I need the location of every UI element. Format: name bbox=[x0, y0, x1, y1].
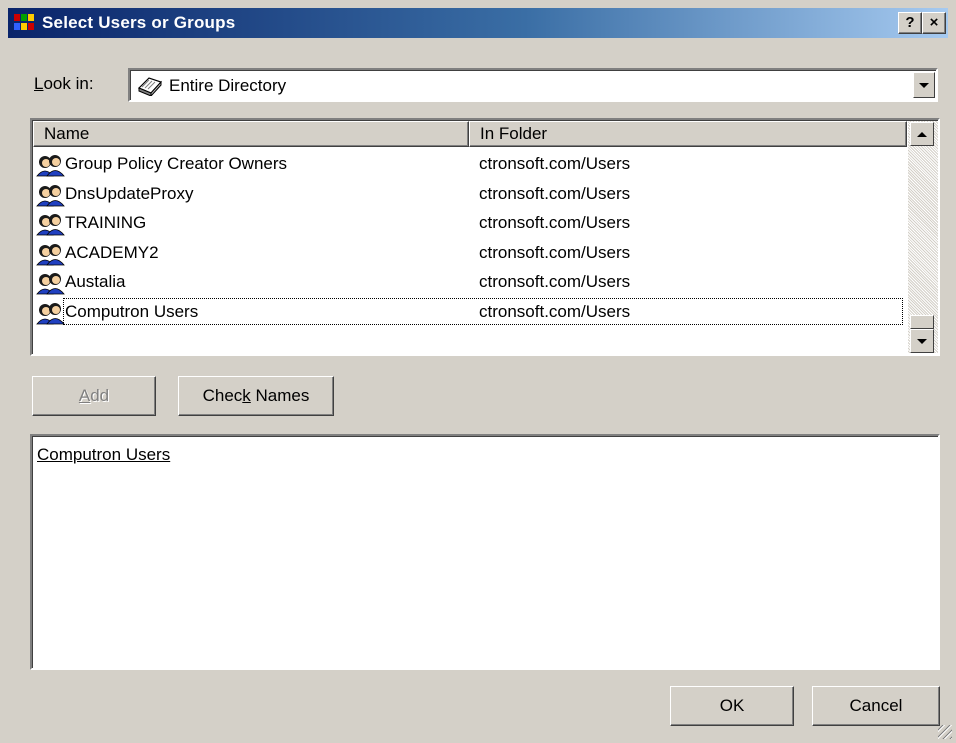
vertical-scrollbar[interactable] bbox=[908, 121, 938, 353]
row-folder: ctronsoft.com/Users bbox=[479, 213, 631, 232]
add-button[interactable]: Add bbox=[32, 376, 156, 416]
group-icon bbox=[35, 242, 65, 266]
row-name: TRAINING bbox=[65, 213, 147, 232]
row-folder: ctronsoft.com/Users bbox=[479, 183, 631, 203]
row-folder: ctronsoft.com/Users bbox=[479, 272, 631, 291]
arrow-down-icon bbox=[917, 338, 927, 344]
ok-button[interactable]: OK bbox=[670, 686, 794, 726]
look-in-label: Look in: bbox=[34, 74, 94, 93]
row-name: Group Policy Creator Owners bbox=[65, 154, 288, 173]
table-row[interactable]: Group Policy Creator Owners ctronsoft.com… bbox=[33, 149, 907, 179]
row-name: ACADEMY2 bbox=[65, 242, 159, 262]
group-icon bbox=[35, 183, 65, 207]
scroll-thumb[interactable] bbox=[910, 315, 934, 329]
look-in-dropdown-button[interactable] bbox=[913, 72, 935, 98]
table-row[interactable]: Computron Users ctronsoft.com/Users bbox=[33, 297, 907, 327]
table-row[interactable]: ACADEMY2 ctronsoft.com/Users bbox=[33, 238, 907, 268]
group-icon bbox=[35, 301, 65, 325]
group-icon bbox=[35, 153, 65, 177]
selected-names-box[interactable]: Computron Users bbox=[30, 434, 940, 670]
select-users-dialog: Select Users or Groups ? × Look in: Enti… bbox=[0, 0, 956, 743]
row-folder: ctronsoft.com/Users bbox=[479, 301, 631, 321]
list-header: Name In Folder bbox=[33, 121, 907, 147]
group-icon bbox=[35, 271, 65, 295]
scroll-up-button[interactable] bbox=[910, 122, 934, 146]
network-app-icon bbox=[14, 14, 36, 32]
resize-grip-icon[interactable] bbox=[938, 725, 952, 739]
list-rows: Group Policy Creator Owners ctronsoft.com… bbox=[33, 149, 907, 326]
column-header-name[interactable]: Name bbox=[33, 121, 469, 147]
row-folder: ctronsoft.com/Users bbox=[479, 242, 631, 262]
check-names-button[interactable]: Check Names bbox=[178, 376, 334, 416]
row-name: Computron Users bbox=[65, 301, 199, 321]
group-icon bbox=[35, 212, 65, 236]
look-in-combobox[interactable]: Entire Directory bbox=[128, 68, 938, 102]
results-list[interactable]: Name In Folder Group Policy Creator Owne… bbox=[30, 118, 940, 356]
look-in-value: Entire Directory bbox=[169, 76, 287, 95]
close-button[interactable]: × bbox=[922, 12, 946, 34]
row-name: DnsUpdateProxy bbox=[65, 183, 194, 203]
title-bar[interactable]: Select Users or Groups ? × bbox=[8, 8, 948, 38]
directory-book-icon bbox=[137, 77, 163, 96]
selected-name-link[interactable]: Computron Users bbox=[37, 445, 170, 465]
cancel-button[interactable]: Cancel bbox=[812, 686, 940, 726]
scroll-down-button[interactable] bbox=[910, 329, 934, 353]
arrow-up-icon bbox=[917, 131, 927, 137]
chevron-down-icon bbox=[919, 82, 929, 88]
help-button[interactable]: ? bbox=[898, 12, 922, 34]
row-name: Austalia bbox=[65, 272, 126, 291]
table-row[interactable]: TRAINING ctronsoft.com/Users bbox=[33, 208, 907, 238]
column-header-in-folder[interactable]: In Folder bbox=[469, 121, 907, 147]
table-row[interactable]: DnsUpdateProxy ctronsoft.com/Users bbox=[33, 179, 907, 209]
window-title: Select Users or Groups bbox=[42, 13, 236, 32]
table-row[interactable]: Austalia ctronsoft.com/Users bbox=[33, 267, 907, 297]
row-folder: ctronsoft.com/Users bbox=[479, 154, 631, 173]
